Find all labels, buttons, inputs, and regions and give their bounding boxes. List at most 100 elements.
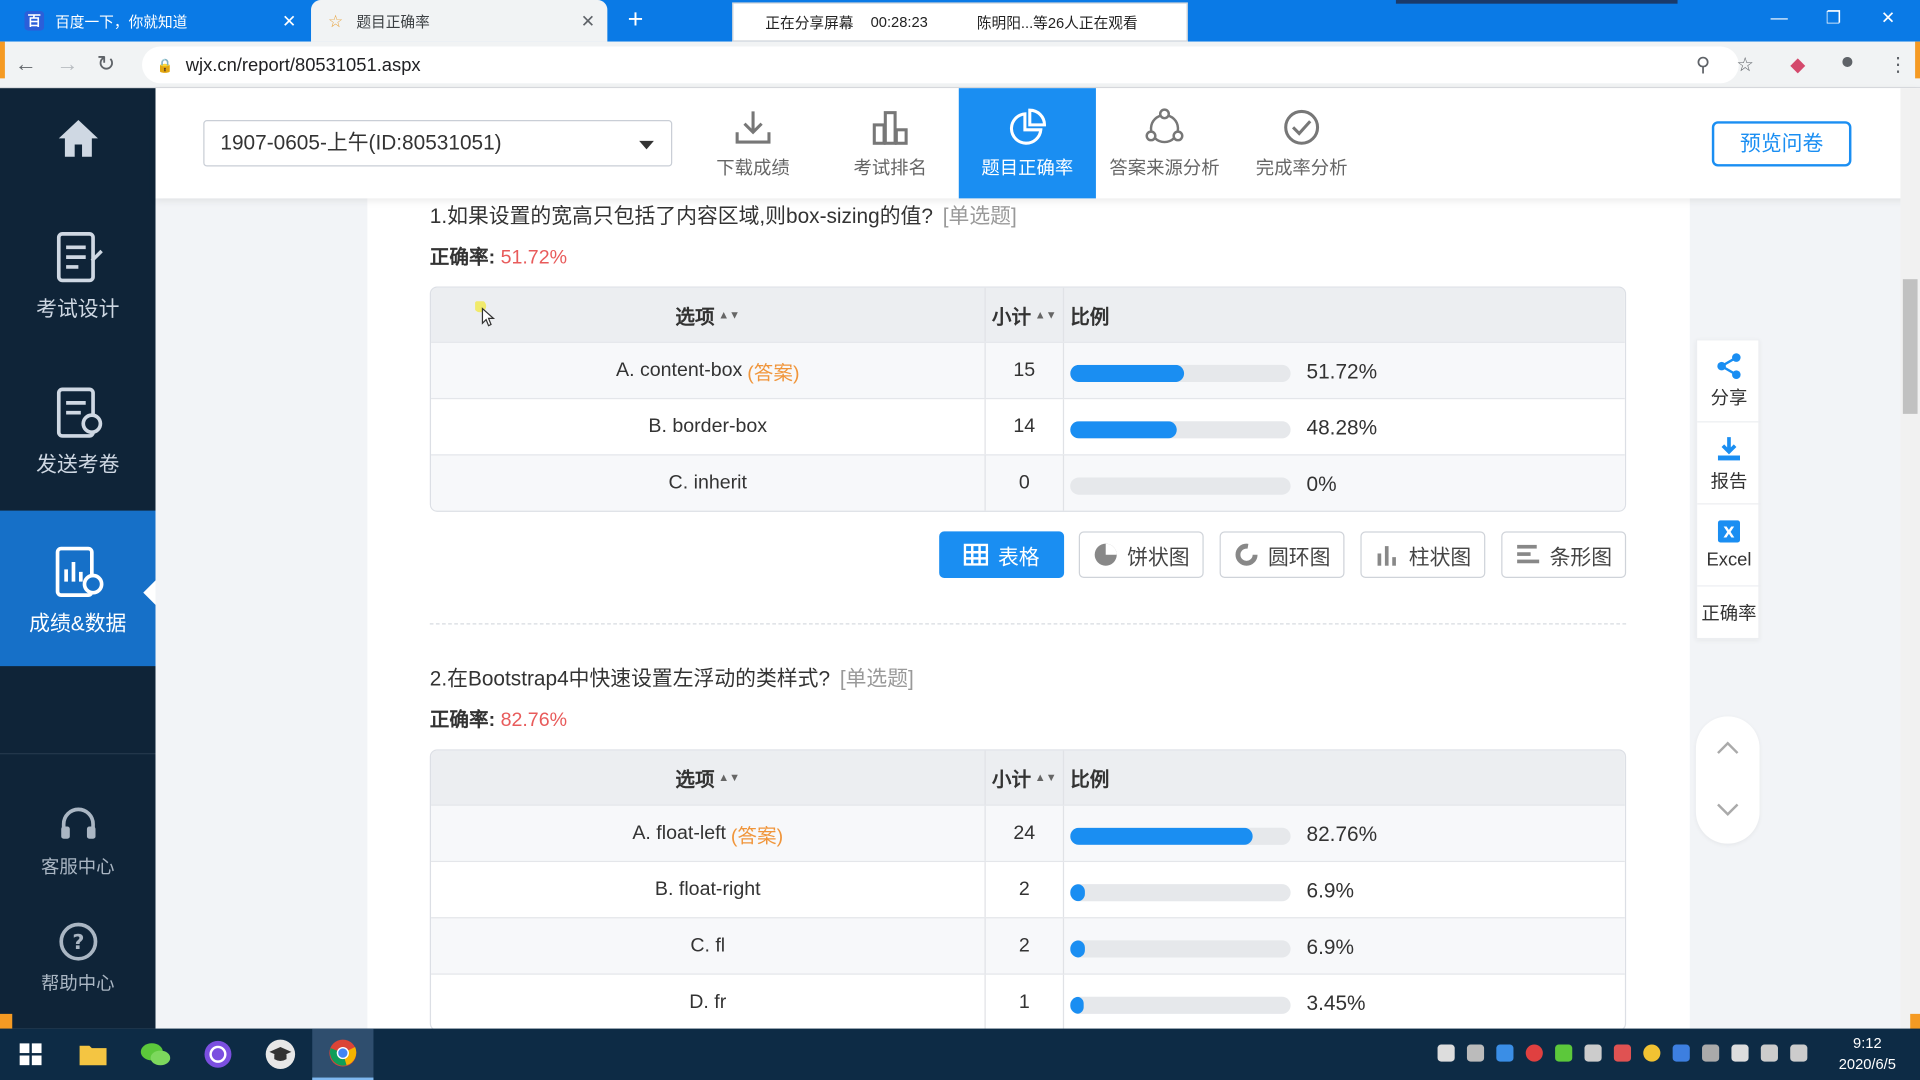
forward-arrow-icon[interactable]: → [56,51,78,77]
battery-icon[interactable] [1731,1044,1749,1062]
preview-questionnaire-button[interactable]: 预览问卷 [1711,121,1852,167]
tray-wechat-icon[interactable] [1555,1044,1573,1062]
tray-app-icon[interactable] [1613,1044,1632,1062]
share-timer: 00:28:23 [870,13,928,31]
tray-app-icon[interactable] [1466,1044,1485,1062]
new-tab-button[interactable]: + [620,4,652,37]
start-button[interactable] [0,1029,61,1080]
chevron-down-icon[interactable] [1716,802,1740,819]
bar-chart-icon [1516,544,1539,564]
tray-app-icon[interactable] [1643,1044,1661,1062]
sidebar-item-score-data[interactable]: 成绩&数据 [0,510,156,667]
taskbar-clock[interactable]: 9:12 2020/6/5 [1824,1033,1910,1075]
sidebar-item-help[interactable]: ? 帮助中心 [0,921,156,996]
volume-icon[interactable] [1790,1044,1808,1062]
taskbar-app-edu[interactable] [250,1029,311,1080]
tray-app-icon[interactable] [1702,1044,1720,1062]
page-scrollbar[interactable] [1900,88,1920,1029]
view-table-button[interactable]: 表格 [939,531,1065,578]
panel-divider [1697,421,1761,423]
view-column-button[interactable]: 柱状图 [1360,531,1486,578]
taskbar-app-purple[interactable] [187,1029,248,1080]
exam-ranking-button[interactable]: 考试排名 [822,88,959,198]
download-scores-button[interactable]: 下载成绩 [684,88,821,198]
notification-bell-icon[interactable] [1437,1044,1455,1062]
view-pie-button[interactable]: 饼状图 [1078,531,1204,578]
window-close-icon[interactable]: ✕ [1881,7,1895,28]
svg-text:X: X [1723,525,1735,542]
view-bar-button[interactable]: 条形图 [1501,531,1627,578]
ratio-percent: 3.45% [1306,991,1366,1016]
option-ratio: 0% [1070,456,1621,511]
close-icon[interactable]: ✕ [282,11,296,32]
app-circle-icon [204,1040,232,1068]
profile-icon[interactable]: ● [1840,49,1854,76]
tray-record-icon[interactable] [1525,1044,1543,1062]
tray-app-icon[interactable] [1584,1044,1602,1062]
reload-icon[interactable]: ↻ [97,51,115,77]
view-donut-button[interactable]: 圆环图 [1219,531,1345,578]
check-circle-icon [1284,109,1320,145]
question-type: [单选题] [839,667,914,691]
accuracy-jump-button[interactable]: 正确率 [1697,600,1761,626]
selected-pointer [143,580,156,605]
taskbar-chrome[interactable] [312,1028,374,1080]
ranking-icon [872,111,908,145]
tab-baidu[interactable]: 百 百度一下，你就知道 ✕ [10,0,309,42]
extension-icon[interactable]: ◆ [1790,53,1805,77]
sort-option-header[interactable]: 选项 ▲▼ [431,750,986,805]
report-toolbar: 1907-0605-上午(ID:80531051) 下载成绩 考试排名 题目正确… [155,88,1920,199]
minimize-icon[interactable]: — [1771,7,1788,27]
screen-share-bar: 正在分享屏幕 00:28:23 陈明阳...等26人正在观看 [732,2,1188,42]
download-icon [735,111,771,144]
scroll-nav-pill [1695,716,1760,844]
option-label: A. float-left (答案) [431,805,986,861]
baidu-paw-icon: 百 [24,11,45,31]
share-viewers: 陈明阳...等26人正在观看 [976,14,1138,32]
url-field[interactable]: 🔒 wjx.cn/report/80531051.aspx [142,46,1739,84]
option-label: B. float-right [431,862,986,918]
question-accuracy: 正确率: 51.72% [429,247,568,269]
bookmark-star-icon[interactable]: ☆ [1736,53,1754,77]
sort-count-header[interactable]: 小计 ▲▼ [986,287,1065,342]
report-button[interactable]: 报告 [1697,436,1761,494]
pie-chart-icon [1094,543,1117,566]
sort-icon: ▲▼ [1034,771,1057,784]
completion-rate-button[interactable]: 完成率分析 [1233,88,1370,198]
taskbar-file-explorer[interactable] [62,1029,123,1080]
menu-dots-icon[interactable]: ⋮ [1888,53,1908,77]
sort-count-header[interactable]: 小计 ▲▼ [986,750,1065,805]
sidebar-item-exam-design[interactable]: 考试设计 [0,230,156,322]
sidebar-item-home[interactable] [0,118,156,167]
taskbar-wechat[interactable] [125,1029,186,1080]
restore-icon[interactable]: ❐ [1826,7,1841,28]
option-count: 14 [986,399,1065,455]
share-border-right [1915,41,1920,79]
share-button[interactable]: 分享 [1697,353,1761,411]
scrollbar-thumb[interactable] [1902,279,1918,414]
sidebar-label: 考试设计 [36,297,120,321]
question-accuracy-button[interactable]: 题目正确率 [958,88,1096,199]
network-icon[interactable] [1760,1044,1778,1062]
tab-accuracy-report[interactable]: ☆ 题目正确率 ✕ [311,0,608,42]
tab-title: 百度一下，你就知道 [55,12,188,31]
back-arrow-icon[interactable]: ← [15,51,37,77]
sidebar-item-customer-service[interactable]: 客服中心 [0,804,156,879]
sidebar-item-send-paper[interactable]: 发送考卷 [0,386,156,478]
ratio-bar [1070,827,1291,845]
excel-export-button[interactable]: X Excel [1697,518,1761,571]
zoom-icon[interactable]: ⚲ [1696,53,1710,77]
score-data-icon [55,546,103,597]
donut-chart-icon [1234,543,1257,566]
tray-app-icon[interactable] [1496,1044,1514,1062]
home-icon [58,120,98,157]
close-icon[interactable]: ✕ [581,11,595,32]
answer-source-button[interactable]: 答案来源分析 [1096,88,1233,198]
windows-taskbar: 9:12 2020/6/5 [0,1028,1920,1080]
sort-option-header[interactable]: 选项 ▲▼ [431,287,986,342]
bluetooth-icon[interactable] [1672,1044,1690,1062]
table-row: B. float-right 2 6.9% [431,860,1625,918]
survey-select[interactable]: 1907-0605-上午(ID:80531051) [203,120,673,167]
chevron-up-icon[interactable] [1716,738,1740,755]
option-count: 2 [986,918,1065,974]
